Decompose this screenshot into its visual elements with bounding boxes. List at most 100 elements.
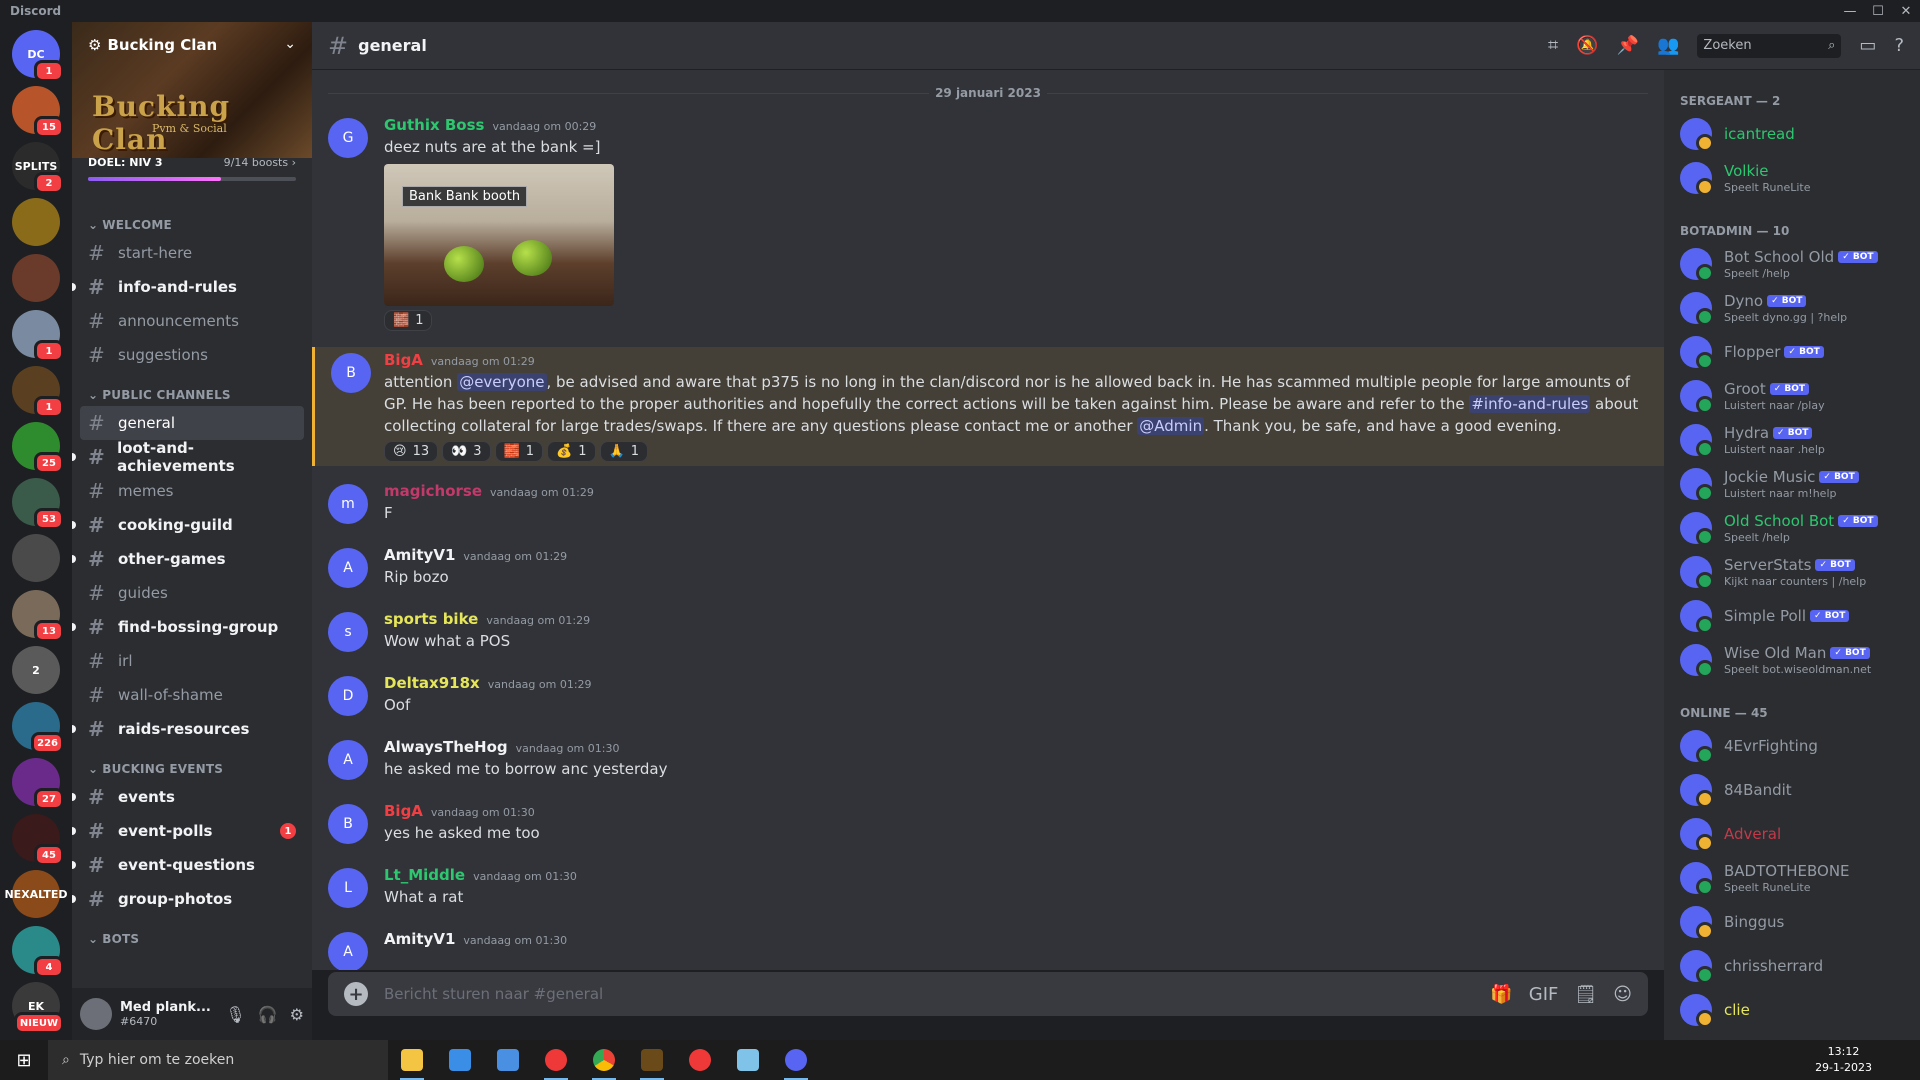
vivaldi-icon-2[interactable] <box>676 1040 724 1080</box>
avatar[interactable] <box>1680 424 1714 458</box>
discord-icon[interactable] <box>772 1040 820 1080</box>
channel-item-loot-and-achievements[interactable]: # loot-and-achievements <box>72 439 304 475</box>
member-item[interactable]: Simple Poll ✓ BOT <box>1672 594 1912 638</box>
avatar[interactable]: L <box>328 868 368 908</box>
reaction[interactable]: 🧱 1 <box>494 441 544 462</box>
avatar[interactable] <box>1680 818 1714 852</box>
avatar[interactable] <box>1680 248 1714 282</box>
reaction[interactable]: 🧱 1 <box>384 310 433 331</box>
channel-item-other-games[interactable]: # other-games <box>72 542 304 576</box>
message-author[interactable]: magichorse <box>384 482 482 500</box>
category-header[interactable]: ⌄ WELCOME <box>72 202 312 236</box>
server-icon[interactable]: 1 <box>12 310 64 362</box>
member-item[interactable]: Adveral <box>1672 812 1912 856</box>
avatar[interactable] <box>1680 556 1714 590</box>
channel-item-event-polls[interactable]: # event-polls 1 <box>72 814 304 848</box>
members-icon[interactable]: 👥 <box>1657 35 1679 56</box>
file-explorer-icon[interactable] <box>388 1040 436 1080</box>
member-item[interactable]: Wise Old Man ✓ BOT Speelt bot.wiseoldman.n… <box>1672 638 1912 682</box>
server-icon[interactable]: DC 1 <box>12 30 64 82</box>
message-author[interactable]: BigA <box>384 351 423 369</box>
add-attachment-icon[interactable]: + <box>344 982 368 1006</box>
avatar[interactable] <box>1680 906 1714 940</box>
gift-icon[interactable]: 🎁 <box>1490 984 1512 1005</box>
gif-icon[interactable]: GIF <box>1529 984 1559 1005</box>
channel-item-suggestions[interactable]: # suggestions <box>80 338 304 372</box>
member-item[interactable]: Groot ✓ BOT Luistert naar /play <box>1672 374 1912 418</box>
reaction[interactable]: 😢 13 <box>384 441 439 462</box>
chevron-down-icon[interactable]: ⌄ <box>284 36 296 52</box>
avatar[interactable]: A <box>328 932 368 970</box>
server-icon[interactable]: EK NIEUW <box>12 982 64 1034</box>
avatar[interactable] <box>1680 468 1714 502</box>
channel-item-event-questions[interactable]: # event-questions <box>72 848 304 882</box>
notification-bell-icon[interactable]: 🔕 <box>1576 35 1598 56</box>
help-icon[interactable]: ? <box>1894 35 1904 56</box>
avatar[interactable] <box>1680 162 1714 196</box>
app-icon[interactable] <box>724 1040 772 1080</box>
gear-icon[interactable]: ⚙ <box>290 1005 304 1024</box>
avatar[interactable] <box>1680 336 1714 370</box>
vivaldi-icon[interactable] <box>532 1040 580 1080</box>
server-icon[interactable] <box>12 198 60 246</box>
message-author[interactable]: BigA <box>384 802 423 820</box>
message-composer[interactable]: + Bericht sturen naar #general 🎁 GIF 🗒 ☺ <box>328 972 1648 1016</box>
close-button[interactable]: ✕ <box>1892 4 1920 19</box>
avatar[interactable]: m <box>328 484 368 524</box>
mention[interactable]: #info-and-rules <box>1469 395 1591 413</box>
member-item[interactable]: Binggus <box>1672 900 1912 944</box>
avatar[interactable]: A <box>328 740 368 780</box>
message-author[interactable]: Lt_Middle <box>384 866 465 884</box>
member-item[interactable]: Hydra ✓ BOT Luistert naar .help <box>1672 418 1912 462</box>
message-author[interactable]: Guthix Boss <box>384 116 484 134</box>
avatar[interactable] <box>1680 862 1714 896</box>
message-input[interactable]: Bericht sturen naar #general <box>384 985 603 1003</box>
channel-item-guides[interactable]: # guides <box>80 576 304 610</box>
member-item[interactable]: clie <box>1672 988 1912 1032</box>
avatar[interactable]: G <box>328 118 368 158</box>
channel-item-group-photos[interactable]: # group-photos <box>72 882 304 916</box>
avatar[interactable] <box>1680 292 1714 326</box>
image-attachment[interactable]: Bank Bank booth <box>384 164 614 306</box>
deafen-icon[interactable]: 🎧 <box>258 1005 278 1024</box>
windows-start-icon[interactable]: ⊞ <box>0 1040 48 1080</box>
minimize-button[interactable]: — <box>1836 4 1864 19</box>
mute-mic-icon[interactable]: 🎙 <box>225 1005 245 1024</box>
server-banner[interactable]: ⚙ Bucking Clan ⌄ Bucking Clan Pvm & Socia… <box>72 22 312 158</box>
channel-item-cooking-guild[interactable]: # cooking-guild <box>72 508 304 542</box>
boost-goal[interactable]: DOEL: NIV 3 9/14 boosts › <box>72 152 312 196</box>
avatar[interactable] <box>1680 118 1714 152</box>
avatar[interactable]: A <box>328 548 368 588</box>
member-item[interactable]: ServerStats ✓ BOT Kijkt naar counters | /h… <box>1672 550 1912 594</box>
channel-item-announcements[interactable]: # announcements <box>80 304 304 338</box>
avatar[interactable] <box>80 998 112 1030</box>
server-icon[interactable] <box>12 254 60 302</box>
mention[interactable]: @everyone <box>457 373 547 391</box>
search-input[interactable]: Zoeken ⌕ <box>1697 33 1842 58</box>
server-icon[interactable]: 53 <box>12 478 64 530</box>
member-item[interactable]: Old School Bot ✓ BOT Speelt /help <box>1672 506 1912 550</box>
threads-icon[interactable]: ⌗ <box>1548 35 1558 56</box>
member-item[interactable]: Jockie Music ✓ BOT Luistert naar m!help <box>1672 462 1912 506</box>
emoji-icon[interactable]: ☺ <box>1613 984 1632 1005</box>
avatar[interactable] <box>1680 994 1714 1028</box>
avatar[interactable] <box>1680 774 1714 808</box>
channel-item-irl[interactable]: # irl <box>80 644 304 678</box>
channel-item-find-bossing-group[interactable]: # find-bossing-group <box>72 610 304 644</box>
server-icon[interactable]: 226 <box>12 702 64 754</box>
clock[interactable]: 13:12 29-1-2023 <box>1815 1044 1920 1076</box>
category-header[interactable]: ⌄ PUBLIC CHANNELS <box>72 372 312 406</box>
member-item[interactable]: Bot School Old ✓ BOT Speelt /help <box>1672 242 1912 286</box>
mention[interactable]: @Admin <box>1137 417 1205 435</box>
avatar[interactable] <box>1680 730 1714 764</box>
category-header[interactable]: ⌄ BOTS <box>72 916 312 950</box>
avatar[interactable]: D <box>328 676 368 716</box>
message-author[interactable]: sports bike <box>384 610 478 628</box>
server-icon[interactable]: 2 <box>12 646 60 694</box>
avatar[interactable]: B <box>328 804 368 844</box>
avatar[interactable] <box>1680 644 1714 678</box>
category-header[interactable]: ⌄ BUCKING EVENTS <box>72 746 312 780</box>
member-item[interactable]: 4EvrFighting <box>1672 724 1912 768</box>
channel-item-raids-resources[interactable]: # raids-resources <box>72 712 304 746</box>
reaction[interactable]: 💰 1 <box>547 441 596 462</box>
